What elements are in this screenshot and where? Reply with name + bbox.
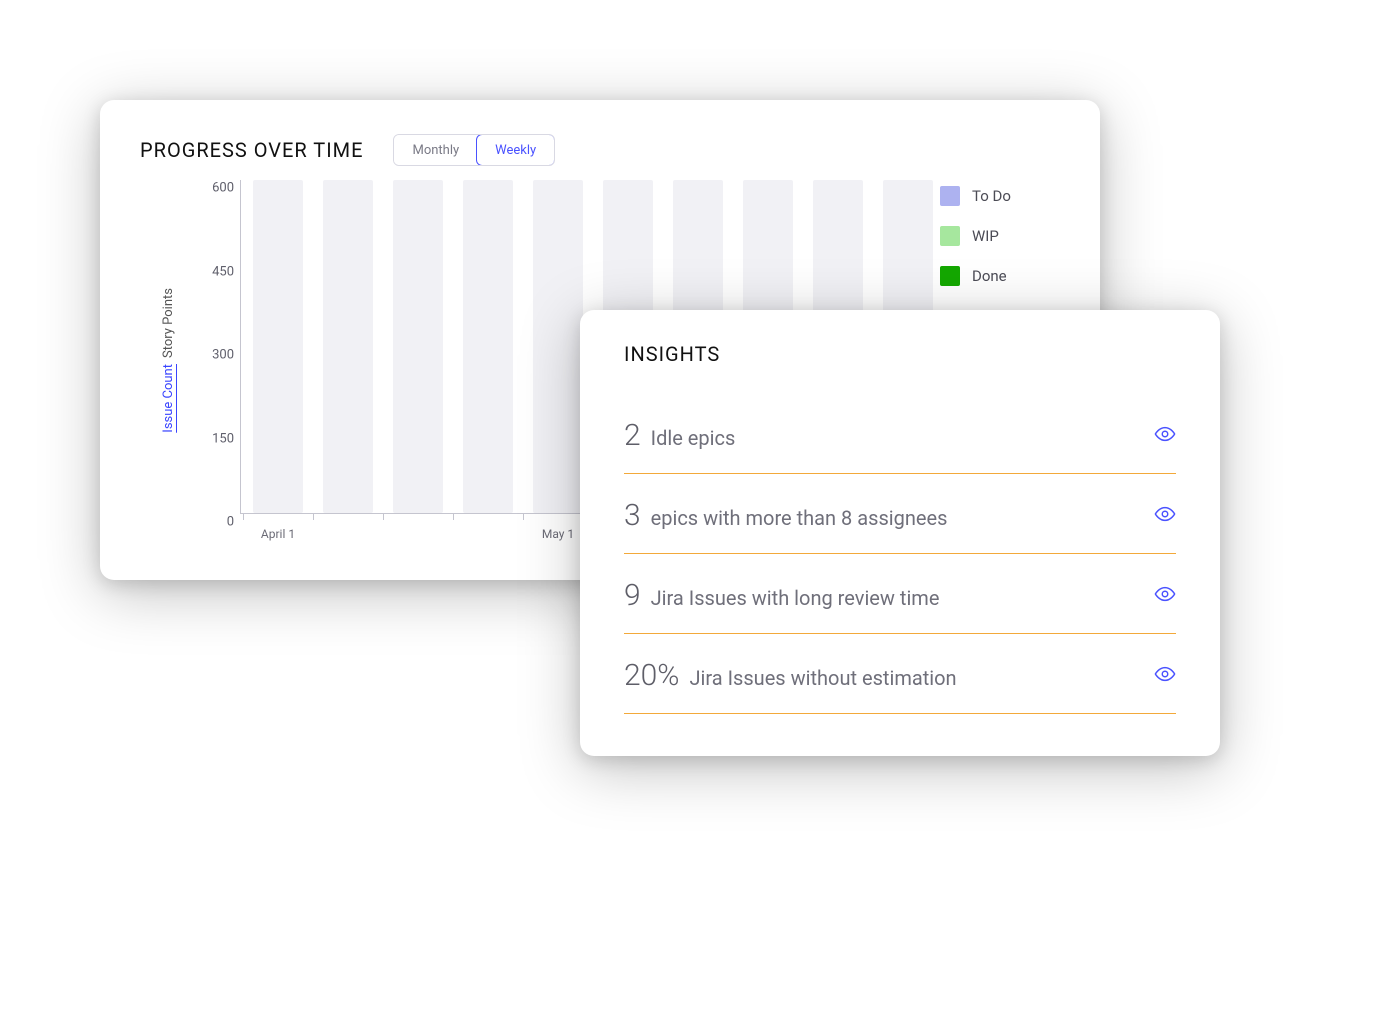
insight-value: 9 bbox=[624, 578, 641, 613]
eye-icon[interactable] bbox=[1154, 423, 1176, 449]
insight-label: Idle epics bbox=[651, 426, 736, 450]
insight-row-1: 3 epics with more than 8 assignees bbox=[624, 474, 1176, 554]
insights-list: 2 Idle epics 3 epics with more than 8 assig… bbox=[624, 394, 1176, 714]
bar-background bbox=[393, 180, 443, 513]
insight-label: Jira Issues with long review time bbox=[651, 586, 940, 610]
x-tick-label: May 1 bbox=[542, 527, 574, 541]
y-axis-secondary-label: Story Points bbox=[161, 288, 176, 358]
insight-text: 20% Jira Issues without estimation bbox=[624, 658, 957, 693]
y-tick-label: 300 bbox=[212, 348, 234, 363]
legend-swatch bbox=[940, 266, 960, 286]
insight-value: 20% bbox=[624, 658, 679, 693]
chart-header: PROGRESS OVER TIME Monthly Weekly bbox=[140, 134, 1060, 166]
insight-label: Jira Issues without estimation bbox=[689, 666, 956, 690]
bar-background bbox=[463, 180, 513, 513]
legend-swatch bbox=[940, 186, 960, 206]
bar-background bbox=[533, 180, 583, 513]
x-tick-mark bbox=[383, 513, 384, 520]
y-axis-titles: Story Points Issue Count bbox=[140, 180, 196, 540]
y-tick-label: 150 bbox=[212, 431, 234, 446]
insight-text: 9 Jira Issues with long review time bbox=[624, 578, 939, 613]
bar-background bbox=[323, 180, 373, 513]
legend-swatch bbox=[940, 226, 960, 246]
y-tick-label: 450 bbox=[212, 264, 234, 279]
insight-value: 2 bbox=[624, 418, 641, 453]
legend-item-todo[interactable]: To Do bbox=[940, 186, 1060, 206]
eye-icon[interactable] bbox=[1154, 583, 1176, 609]
insight-text: 3 epics with more than 8 assignees bbox=[624, 498, 947, 533]
legend-label: Done bbox=[972, 267, 1007, 285]
bar-background bbox=[253, 180, 303, 513]
insight-row-0: 2 Idle epics bbox=[624, 394, 1176, 474]
eye-icon[interactable] bbox=[1154, 663, 1176, 689]
insight-text: 2 Idle epics bbox=[624, 418, 735, 453]
insight-label: epics with more than 8 assignees bbox=[651, 506, 948, 530]
y-tick-label: 600 bbox=[212, 181, 234, 196]
legend-item-wip[interactable]: WIP bbox=[940, 226, 1060, 246]
legend-label: To Do bbox=[972, 187, 1011, 205]
x-tick-mark bbox=[523, 513, 524, 520]
legend-label: WIP bbox=[972, 227, 999, 245]
insight-row-2: 9 Jira Issues with long review time bbox=[624, 554, 1176, 634]
toggle-monthly[interactable]: Monthly bbox=[394, 135, 477, 165]
y-axis-active-label[interactable]: Issue Count bbox=[161, 364, 176, 433]
insights-card: INSIGHTS 2 Idle epics 3 epics with more tha… bbox=[580, 310, 1220, 756]
chart-title: PROGRESS OVER TIME bbox=[140, 138, 363, 162]
period-toggle-group: Monthly Weekly bbox=[393, 134, 555, 166]
y-tick-label: 0 bbox=[227, 515, 234, 530]
x-tick-mark bbox=[453, 513, 454, 520]
x-tick-mark bbox=[313, 513, 314, 520]
x-tick-mark bbox=[243, 513, 244, 520]
x-tick-label: April 1 bbox=[261, 527, 295, 541]
y-ticks: 0 150 300 450 600 bbox=[196, 180, 240, 540]
insight-value: 3 bbox=[624, 498, 641, 533]
insights-title: INSIGHTS bbox=[624, 342, 1176, 366]
insight-row-3: 20% Jira Issues without estimation bbox=[624, 634, 1176, 714]
toggle-weekly[interactable]: Weekly bbox=[476, 134, 555, 166]
legend-item-done[interactable]: Done bbox=[940, 266, 1060, 286]
eye-icon[interactable] bbox=[1154, 503, 1176, 529]
